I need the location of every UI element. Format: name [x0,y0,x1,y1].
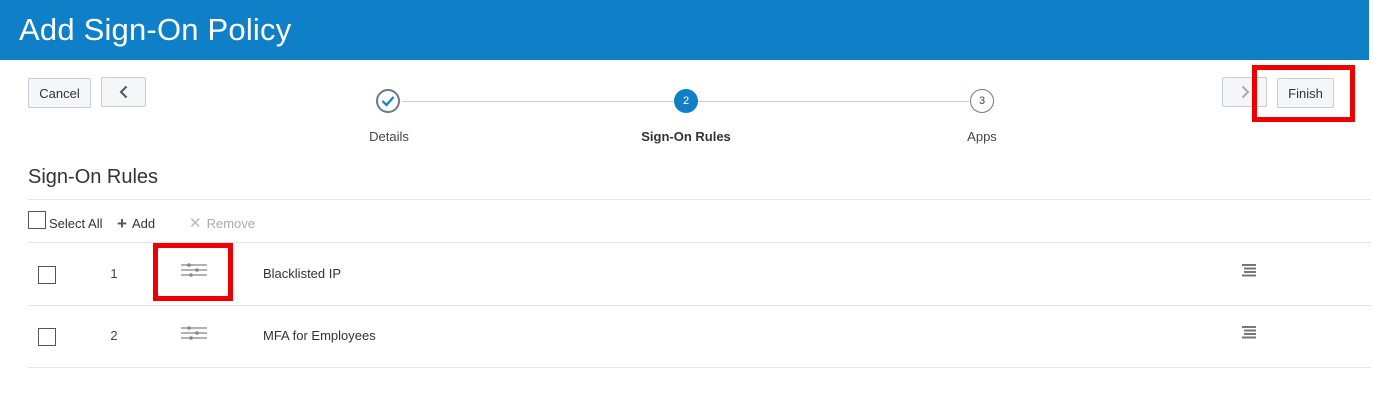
drag-handle-icon[interactable] [180,325,208,341]
chevron-left-icon [119,85,127,99]
rule-row-1-name[interactable]: Blacklisted IP [263,266,341,281]
step-sign-on-rules-indicator[interactable]: 2 [674,89,698,113]
menu-icon[interactable] [1241,263,1257,277]
add-rule-button[interactable]: + Add [117,214,156,233]
page-title: Add Sign-On Policy [19,12,292,47]
row-divider [28,305,1371,306]
step-sign-on-rules-label[interactable]: Sign-On Rules [606,129,766,144]
close-icon: ✕ [189,215,202,232]
step-details-label[interactable]: Details [309,129,469,144]
rule-icon-highlight [153,243,233,301]
select-all-checkbox[interactable] [28,211,46,229]
step-details-indicator[interactable] [376,89,400,113]
menu-icon[interactable] [1241,325,1257,339]
select-all-label[interactable]: Select All [49,216,102,231]
remove-rule-button[interactable]: ✕ Remove [189,216,255,231]
step-apps-indicator[interactable]: 3 [970,89,994,113]
plus-icon: + [117,214,127,233]
step-apps-label[interactable]: Apps [902,129,1062,144]
add-label: Add [131,216,156,231]
rule-row-1-checkbox[interactable] [38,266,56,284]
rule-row-2-name[interactable]: MFA for Employees [263,328,376,343]
header-edge [1369,0,1373,60]
back-button[interactable] [101,77,146,107]
cancel-button[interactable]: Cancel [28,78,91,108]
page-header: Add Sign-On Policy [0,0,1373,60]
row-divider [28,367,1371,368]
rule-row-1-order: 1 [110,266,118,281]
checkmark-icon [381,96,395,107]
step-connector-2 [698,101,969,102]
step-connector-1 [402,101,673,102]
remove-label: Remove [206,216,255,231]
rule-row-2-checkbox[interactable] [38,328,56,346]
finish-button-highlight [1252,65,1355,122]
chevron-right-icon [1241,85,1249,99]
section-title: Sign-On Rules [28,166,159,188]
rule-row-2-order: 2 [110,328,118,343]
section-divider [28,199,1371,200]
